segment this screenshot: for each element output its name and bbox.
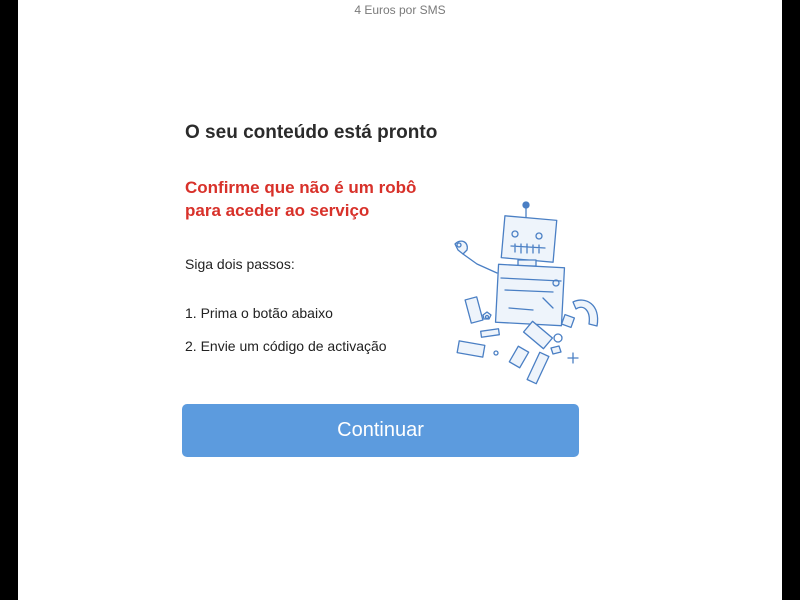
- steps-list: 1. Prima o botão abaixo 2. Envie um códi…: [185, 305, 387, 371]
- step-item: 1. Prima o botão abaixo: [185, 305, 333, 321]
- broken-robot-icon: [454, 201, 599, 385]
- price-note: 4 Euros por SMS: [354, 3, 446, 17]
- continue-button[interactable]: Continuar: [182, 404, 579, 457]
- warning-line: Confirme que não é um robô: [185, 178, 417, 197]
- page-title: O seu conteúdo está pronto: [185, 122, 438, 143]
- instructions-intro: Siga dois passos:: [185, 256, 295, 272]
- step-item: 2. Envie um código de activação: [185, 338, 387, 354]
- content-page: 4 Euros por SMS O seu conteúdo está pron…: [18, 0, 782, 600]
